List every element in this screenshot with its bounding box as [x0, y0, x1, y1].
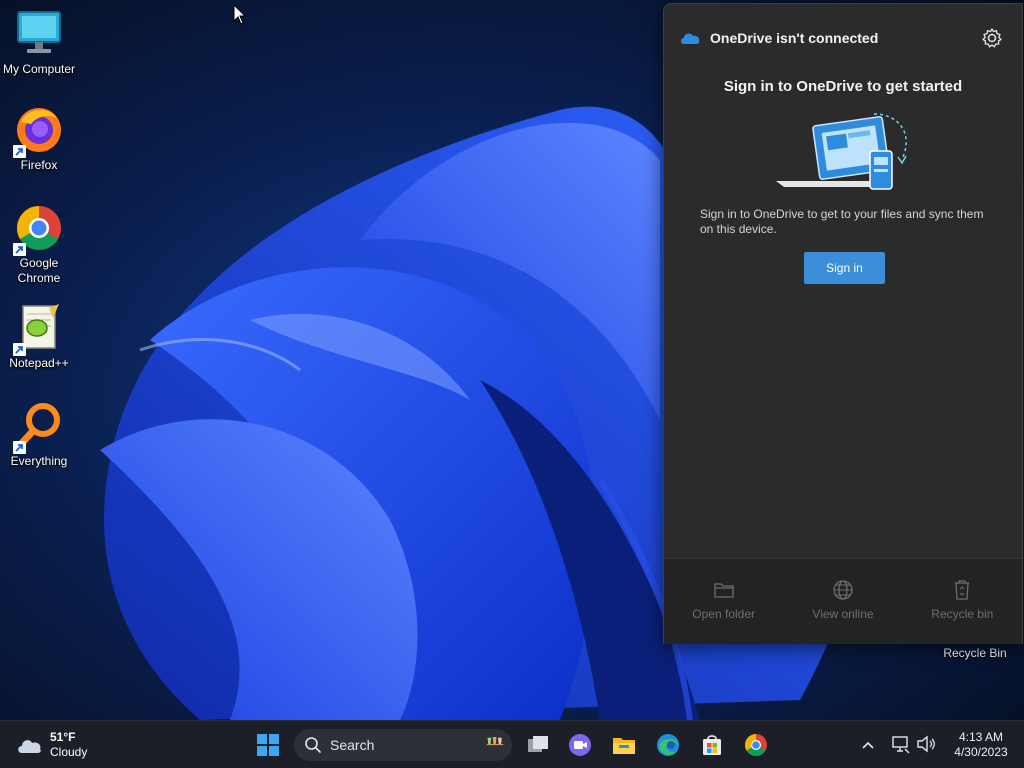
microsoft-store-button[interactable]: [696, 729, 728, 761]
firefox-icon: [13, 104, 65, 158]
teams-chat-button[interactable]: [564, 729, 596, 761]
store-icon: [703, 735, 721, 755]
monitor-icon: [13, 8, 65, 60]
shortcut-arrow-icon: [13, 145, 26, 158]
file-explorer-button[interactable]: [608, 729, 640, 761]
open-folder-button[interactable]: Open folder: [664, 559, 783, 644]
search-icon: [305, 737, 321, 753]
shortcut-arrow-icon: [13, 343, 26, 356]
windows-logo-icon: [257, 734, 279, 756]
desktop-icon-label-line1: Google: [19, 256, 59, 270]
recycle-bin-label: Recycle bin: [931, 607, 994, 621]
search-label: Search: [330, 737, 375, 753]
weather-temperature: 51°F: [50, 730, 76, 744]
desktop-icon-label: Everything: [10, 454, 68, 468]
everything-search-icon: [13, 400, 65, 454]
chrome-taskbar-button[interactable]: [740, 729, 772, 761]
onedrive-title: OneDrive isn't connected: [710, 30, 879, 46]
view-online-label: View online: [812, 607, 874, 621]
cloudy-weather-icon: [18, 740, 41, 753]
clock-date: 4/30/2023: [954, 745, 1008, 759]
onedrive-cloud-icon: [681, 33, 700, 44]
onedrive-description: Sign in to OneDrive to get to your files…: [700, 207, 984, 236]
taskbar: 51°F Cloudy Search 4:13 AM 4/30/2023: [0, 720, 1024, 768]
gear-icon[interactable]: [981, 27, 1003, 49]
network-icon[interactable]: [891, 733, 911, 755]
desktop-icon-notepad-plus-plus[interactable]: Notepad++: [0, 302, 78, 371]
recycle-bin-icon: [955, 580, 970, 600]
folder-icon: [714, 583, 734, 598]
start-button[interactable]: [252, 729, 284, 761]
desktop-icon-label-line2: Chrome: [17, 271, 61, 285]
view-online-button[interactable]: View online: [783, 559, 902, 644]
laptop-phone-sync-illustration: [776, 113, 907, 190]
desktop-icon-firefox[interactable]: Firefox: [0, 104, 78, 173]
sign-in-button[interactable]: Sign in: [804, 252, 885, 284]
onedrive-flyout: OneDrive isn't connected Sign in to OneD…: [663, 3, 1023, 644]
search-highlight-drinks-icon: [486, 737, 504, 746]
chrome-icon: [745, 734, 767, 756]
volume-icon[interactable]: [916, 733, 936, 755]
desktop-icon-google-chrome[interactable]: Google Chrome: [0, 202, 78, 286]
open-folder-label: Open folder: [692, 607, 756, 621]
taskbar-search-box[interactable]: Search: [294, 729, 512, 761]
desktop-icon-recycle-bin[interactable]: Recycle Bin: [940, 646, 1010, 660]
edge-icon: [657, 734, 679, 756]
chat-icon: [569, 734, 591, 756]
taskbar-clock[interactable]: 4:13 AM 4/30/2023: [944, 730, 1018, 760]
task-view-icon: [528, 736, 548, 752]
shortcut-arrow-icon: [13, 243, 26, 256]
weather-widget[interactable]: 51°F Cloudy: [16, 729, 87, 761]
edge-button[interactable]: [652, 729, 684, 761]
onedrive-header: OneDrive isn't connected: [664, 4, 1022, 72]
globe-icon: [833, 580, 853, 600]
desktop-icon-my-computer[interactable]: My Computer: [0, 8, 78, 77]
shortcut-arrow-icon: [13, 441, 26, 454]
onedrive-heading: Sign in to OneDrive to get started: [723, 78, 963, 95]
clock-time: 4:13 AM: [958, 730, 1004, 744]
desktop-icon-label: My Computer: [2, 62, 76, 76]
weather-condition: Cloudy: [50, 745, 88, 759]
notepad-plus-plus-icon: [13, 302, 65, 356]
chevron-up-icon[interactable]: [860, 735, 876, 755]
chrome-icon: [13, 202, 65, 256]
mouse-cursor-icon: [233, 4, 247, 25]
desktop-icon-label: Firefox: [20, 158, 58, 172]
desktop-icon-label: Recycle Bin: [943, 646, 1007, 660]
folder-icon: [613, 738, 635, 754]
recycle-bin-button[interactable]: Recycle bin: [903, 559, 1022, 644]
onedrive-action-bar: Open folder View online Recycle bin: [664, 558, 1022, 644]
desktop-icon-label: Notepad++: [9, 356, 69, 370]
desktop-icon-everything[interactable]: Everything: [0, 400, 78, 469]
task-view-button[interactable]: [522, 729, 554, 761]
